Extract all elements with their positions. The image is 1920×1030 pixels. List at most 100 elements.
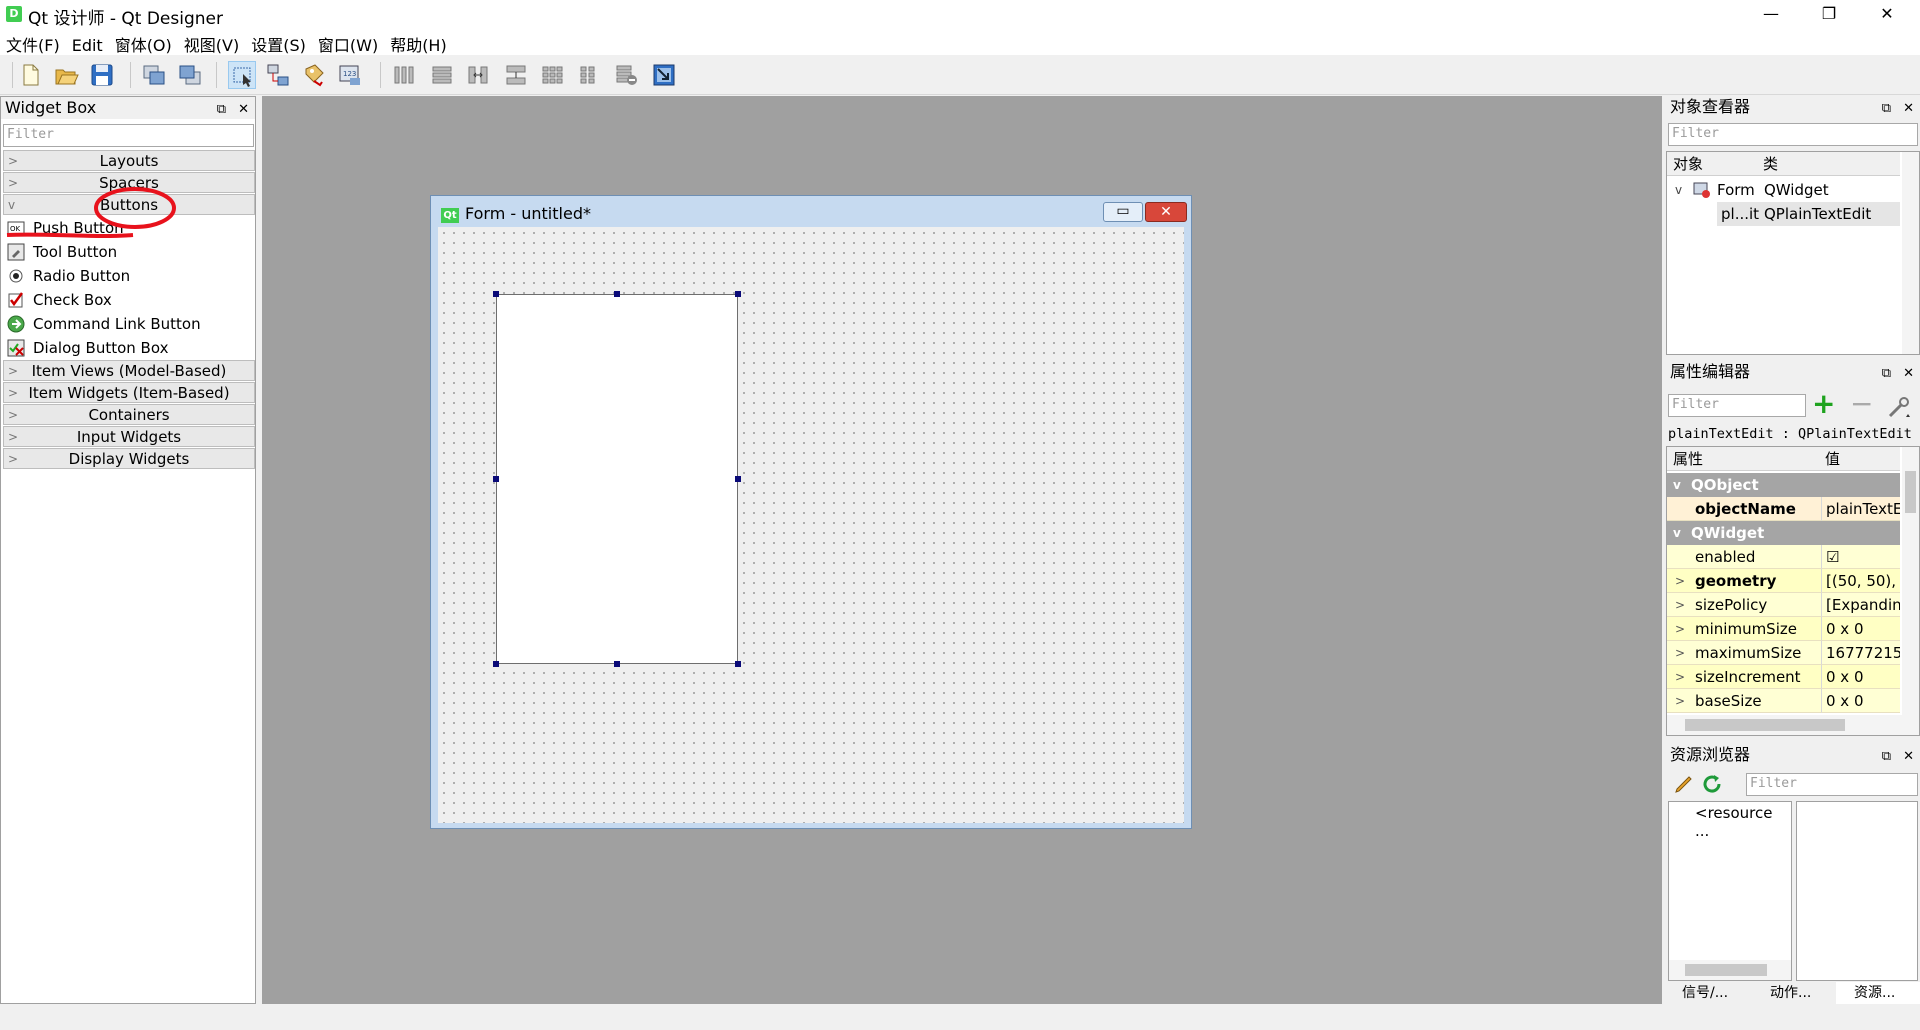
close-icon[interactable]: ✕ [238,102,249,117]
category-display-widgets[interactable]: > Display Widgets [3,448,255,469]
form-minimize-button[interactable]: ▭ [1103,202,1143,222]
widget-check-box[interactable]: Check Box [7,288,112,312]
close-icon[interactable]: ✕ [1903,366,1914,381]
edit-buddies-icon[interactable] [300,61,328,89]
resource-browser-title: 资源浏览器 ⧉ ✕ [1666,744,1920,768]
prop-minimumsize[interactable]: > minimumSize 0 x 0 [1667,617,1900,641]
float-icon[interactable]: ⧉ [1882,749,1891,764]
group-qobject[interactable]: v QObject [1667,473,1900,497]
resize-handle[interactable] [493,291,499,297]
widget-filter-input[interactable]: Filter [3,124,254,147]
close-button[interactable]: ✕ [1859,0,1915,28]
maximize-button[interactable]: ❐ [1801,0,1857,28]
menu-window[interactable]: 窗口(W) [312,28,384,55]
resize-handle[interactable] [493,661,499,667]
prop-sizepolicy[interactable]: >sizePolicy[Expanding [1667,593,1900,617]
prop-maximumsize[interactable]: > maximumSize 16777215 [1667,641,1900,665]
category-item-widgets[interactable]: > Item Widgets (Item-Based) [3,382,255,403]
widget-dialog-button-box[interactable]: Dialog Button Box [7,336,168,360]
add-property-icon[interactable]: + [1812,390,1838,418]
menu-help[interactable]: 帮助(H) [384,28,453,55]
resource-list [1796,801,1918,981]
layout-form-icon[interactable] [574,61,602,89]
prop-sizeincrement[interactable]: > sizeIncrement 0 x 0 [1667,665,1900,689]
prop-enabled[interactable]: enabled ☑ [1667,545,1900,569]
layout-splitter-vertical-icon[interactable] [502,61,530,89]
resize-handle[interactable] [614,291,620,297]
new-icon[interactable] [16,61,44,89]
bring-to-front-icon[interactable] [176,61,204,89]
title-bar: D Qt 设计师 - Qt Designer — ❐ ✕ [0,0,1920,29]
open-icon[interactable] [52,61,80,89]
toolbar: 123 [0,55,1920,95]
vertical-scrollbar[interactable] [1902,447,1919,715]
prop-objectname[interactable]: objectName plainTextE [1667,497,1900,521]
float-icon[interactable]: ⧉ [1882,101,1891,116]
layout-grid-icon[interactable] [538,61,566,89]
tab-signals-slots[interactable]: 信号/... [1682,982,1728,1004]
menu-view[interactable]: 视图(V) [178,28,245,55]
resource-root-item[interactable]: <resource ... [1695,804,1791,840]
prop-basesize[interactable]: > baseSize 0 x 0 [1667,689,1900,713]
form-window[interactable]: Qt Form - untitled* ▭ ✕ [430,195,1192,829]
tab-resources[interactable]: 资源... [1836,982,1920,1004]
tree-row-form[interactable]: v Form QWidget [1667,178,1900,202]
layout-splitter-horizontal-icon[interactable] [464,61,492,89]
form-canvas[interactable] [438,227,1184,823]
horizontal-scrollbar[interactable] [1669,960,1791,980]
edit-tab-order-icon[interactable]: 123 [336,61,364,89]
category-layouts[interactable]: > Layouts [3,150,255,171]
send-to-back-icon[interactable] [140,61,168,89]
category-input-widgets[interactable]: > Input Widgets [3,426,255,447]
edit-resources-icon[interactable] [1672,772,1696,796]
horizontal-scrollbar[interactable] [1667,715,1919,735]
resize-handle[interactable] [493,476,499,482]
chevron-right-icon: > [8,386,19,400]
property-filter-input[interactable]: Filter [1668,394,1806,417]
qt-icon: Qt [441,208,459,223]
tab-actions[interactable]: 动作... [1770,982,1811,1004]
plain-text-edit[interactable] [496,294,738,664]
minimize-button[interactable]: — [1743,0,1799,28]
menu-settings[interactable]: 设置(S) [245,28,312,55]
prop-geometry[interactable]: >geometry[(50, 50), 2 [1667,569,1900,593]
tree-row-plaintextedit[interactable]: pl...it QPlainTextEdit [1717,202,1900,226]
reload-icon[interactable] [1700,772,1724,796]
object-filter-input[interactable]: Filter [1668,123,1918,146]
edit-signals-slots-icon[interactable] [264,61,292,89]
dock-tab-bar: 信号/... 动作... 资源... [1666,982,1920,1004]
configure-icon[interactable] [1886,394,1912,420]
group-qwidget[interactable]: v QWidget [1667,521,1900,545]
property-table-header: 属性 值 [1667,447,1900,471]
float-icon[interactable]: ⧉ [1882,366,1891,381]
menu-form[interactable]: 窗体(O) [109,28,178,55]
resize-handle[interactable] [735,661,741,667]
edit-widgets-icon[interactable] [228,61,256,89]
resize-handle[interactable] [735,476,741,482]
remove-property-icon[interactable]: − [1850,390,1876,418]
widget-radio-button[interactable]: Radio Button [7,264,130,288]
widget-box-title-text: Widget Box [5,98,97,117]
resource-filter-input[interactable]: Filter [1746,773,1918,796]
resize-handle[interactable] [735,291,741,297]
adjust-size-icon[interactable] [650,61,678,89]
category-containers[interactable]: > Containers [3,404,255,425]
resize-handle[interactable] [614,661,620,667]
close-icon[interactable]: ✕ [1903,101,1914,116]
layout-horizontal-icon[interactable] [390,61,418,89]
chevron-right-icon: > [8,408,19,422]
scrollbar[interactable] [1902,152,1919,354]
chevron-right-icon: > [8,176,19,190]
widget-tool-button[interactable]: Tool Button [7,240,117,264]
object-inspector-tree: 对象 类 v Form QWidget pl...it QPlainTextEd… [1666,151,1920,355]
close-icon[interactable]: ✕ [1903,749,1914,764]
form-close-button[interactable]: ✕ [1145,202,1187,222]
category-item-views[interactable]: > Item Views (Model-Based) [3,360,255,381]
window-title: Qt 设计师 - Qt Designer [28,9,223,29]
widget-command-link-button[interactable]: Command Link Button [7,312,201,336]
float-icon[interactable]: ⧉ [217,102,226,117]
break-layout-icon[interactable] [612,61,640,89]
save-icon[interactable] [88,61,116,89]
menu-file[interactable]: 文件(F) [0,28,66,55]
layout-vertical-icon[interactable] [428,61,456,89]
